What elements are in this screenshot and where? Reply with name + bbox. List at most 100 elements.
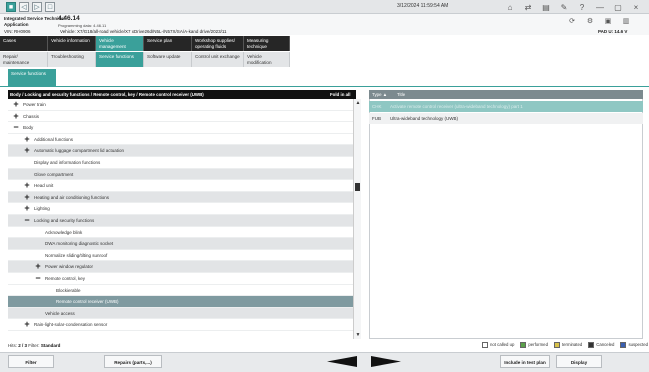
fold-all-button[interactable]: Fold in all — [330, 90, 351, 99]
close-icon[interactable]: × — [629, 1, 643, 13]
result-type: FUB — [372, 116, 381, 121]
tree-row[interactable]: Glove compartment — [8, 168, 356, 181]
tree-row-label: Vehicle access — [45, 310, 75, 316]
toolbar-left: ■ ◁ ▷ □ — [6, 2, 55, 12]
tab-cases[interactable]: Cases — [0, 36, 48, 51]
expand-icon[interactable]: + — [23, 134, 31, 146]
tree-row-label: Body — [23, 125, 34, 131]
tree-row-label: Locking and security functions — [34, 217, 95, 223]
filter-button[interactable]: Filter — [8, 355, 54, 368]
tree-scrollbar[interactable]: ▲ ▼ — [353, 99, 361, 339]
tab-service-functions[interactable]: Service functions — [96, 52, 144, 67]
tab-troubleshooting[interactable]: Troubleshooting — [48, 52, 96, 67]
tree-breadcrumb: Body / Locking and security functions / … — [10, 92, 204, 97]
tree-row[interactable]: DWA monitoring diagnostic socket — [8, 238, 356, 250]
tree-row[interactable]: + Rain-light-solar-condensation sensor — [8, 319, 356, 331]
collapse-icon[interactable]: − — [34, 273, 42, 285]
tree-row[interactable]: Display and information functions — [8, 157, 356, 169]
vehicle-icon[interactable]: ▣ — [602, 16, 614, 26]
tab-vehicle-modification[interactable]: Vehicle modification — [244, 52, 290, 67]
legend-label: suspected — [628, 342, 649, 348]
print-icon[interactable]: ▤ — [539, 1, 553, 13]
results-header: Type ▲ Title — [369, 90, 643, 99]
scroll-thumb[interactable] — [355, 183, 360, 191]
expand-icon[interactable]: + — [12, 111, 20, 123]
tree-row[interactable]: + Automatic luggage compartment lid actua… — [8, 145, 356, 157]
refresh-icon[interactable]: ⟳ — [566, 16, 578, 26]
tab-vehicle-information[interactable]: Vehicle information — [48, 36, 96, 51]
scroll-down-icon[interactable]: ▼ — [354, 331, 362, 339]
forward-arrow-button[interactable] — [370, 355, 402, 368]
back-arrow-button[interactable] — [326, 355, 358, 368]
legend-item: not called up — [482, 342, 514, 348]
tab-service-plan[interactable]: Service plan — [144, 36, 192, 51]
tab-software-update[interactable]: Software update — [144, 52, 192, 67]
tab-repair-maintenance[interactable]: Repair/ maintenance — [0, 52, 48, 67]
expand-icon[interactable]: + — [23, 180, 31, 192]
tree-row[interactable]: + Additional functions — [8, 134, 356, 146]
tree-row[interactable]: + Heating and air conditioning functions — [8, 191, 356, 204]
include-in-test-plan-button[interactable]: Include in test plan — [500, 355, 550, 368]
expand-icon[interactable]: + — [23, 203, 31, 215]
tree-row-label: Head unit — [34, 183, 54, 189]
battery-icon[interactable]: ▥ — [620, 16, 632, 26]
tree-row-label: Acknowledge blink — [45, 229, 83, 235]
toolbar-right: ⌂ ⇄ ▤ ✎ ? — ▢ × — [503, 1, 643, 13]
datetime: 3/12/2024 11:59:54 AM — [397, 3, 449, 9]
legend-label: terminated — [561, 342, 583, 348]
expand-icon[interactable]: + — [23, 145, 31, 157]
tree-row[interactable]: − Locking and security functions — [8, 214, 356, 227]
tree-row[interactable]: Vehicle access — [8, 307, 356, 320]
tree-row-label: Rain-light-solar-condensation sensor — [34, 322, 108, 328]
result-title: Activate remote control receiver (ultra-… — [390, 104, 523, 109]
tree-row[interactable]: + Lighting — [8, 203, 356, 215]
arrow-right-icon — [371, 356, 401, 367]
tab-control-unit-exchange[interactable]: Control unit exchange — [192, 52, 244, 67]
expand-icon[interactable]: + — [23, 192, 31, 204]
hits-status: Hits: 2 / 3 Filter: Standard — [8, 343, 60, 348]
repairs-button[interactable]: Repairs (parts,...) — [104, 355, 162, 368]
window-icon[interactable]: □ — [45, 2, 55, 12]
tree-row[interactable]: − Body — [8, 122, 356, 134]
tree-row-label: Lighting — [34, 206, 50, 212]
tab-measuring-technique[interactable]: Measuring technique — [244, 36, 290, 51]
help-icon[interactable]: ? — [575, 1, 589, 13]
column-type[interactable]: Type ▲ — [372, 90, 387, 99]
back-icon[interactable]: ◁ — [19, 2, 29, 12]
tree-row[interactable]: + Power train — [8, 99, 356, 111]
tree-row[interactable]: + Chassis — [8, 111, 356, 123]
display-button[interactable]: Display — [556, 355, 602, 368]
legend-label: performed — [528, 342, 548, 348]
tree-row[interactable]: Acknowledge blink — [8, 227, 356, 239]
restore-icon[interactable]: ▢ — [611, 1, 625, 13]
expand-icon[interactable]: + — [34, 261, 42, 273]
connection-icon[interactable]: ⇄ — [521, 1, 535, 13]
scroll-up-icon[interactable]: ▲ — [354, 99, 362, 107]
home-icon[interactable]: ■ — [6, 2, 16, 12]
legend-swatch — [520, 342, 527, 348]
expand-icon[interactable]: + — [12, 99, 20, 111]
expand-icon[interactable]: + — [23, 319, 31, 331]
result-row[interactable]: FUB Ultra-wideband technology (UWB) — [369, 113, 643, 124]
bottom-bar — [0, 352, 649, 372]
tree-row[interactable]: Normalize sliding/tilting sunroof — [8, 250, 356, 262]
tree-row[interactable]: − Remote control, key — [8, 273, 356, 285]
tree-row-label: Chassis — [23, 113, 40, 119]
home-nav-icon[interactable]: ⌂ — [503, 1, 517, 13]
tab-workshop-supplies[interactable]: Workshop supplies/ operating fluids — [192, 36, 244, 51]
tree-row[interactable]: + Power window regulator — [8, 261, 356, 273]
tree-row[interactable]: Blockierable — [8, 285, 356, 297]
result-row[interactable]: CHK Activate remote control receiver (ul… — [369, 101, 643, 112]
tree-row[interactable]: Remote control receiver (UWB) — [8, 296, 356, 308]
tab-vehicle-management[interactable]: Vehicle management — [96, 36, 144, 51]
column-title[interactable]: Title — [397, 90, 405, 99]
collapse-icon[interactable]: − — [12, 122, 20, 134]
settings-icon[interactable]: ⚙ — [584, 16, 596, 26]
tree-row[interactable]: + Head unit — [8, 180, 356, 192]
forward-icon[interactable]: ▷ — [32, 2, 42, 12]
collapse-icon[interactable]: − — [23, 215, 31, 227]
minimize-icon[interactable]: — — [593, 1, 607, 13]
app-name-line1: Integrated Service Technical — [4, 16, 65, 21]
wrench-icon[interactable]: ✎ — [557, 1, 571, 13]
service-functions-tab[interactable]: Service functions — [8, 69, 56, 86]
